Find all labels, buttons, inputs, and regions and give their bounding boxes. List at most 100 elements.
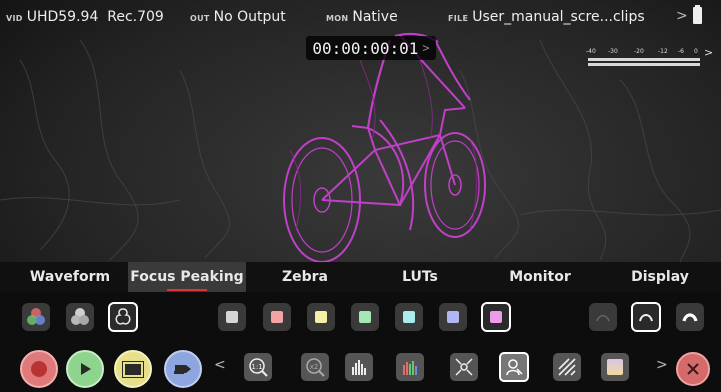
meter-tick: -30 [608,48,618,55]
color-blue-button[interactable] [439,303,467,331]
color-yellow-button[interactable] [307,303,335,331]
tab-label: Display [631,269,689,285]
color-swatch [226,311,238,323]
close-icon [687,363,699,375]
color-magenta-button[interactable] [481,302,511,332]
peaking-view-icon [506,359,523,376]
tab-focus-peaking[interactable]: Focus Peaking [128,262,246,292]
high-sensitivity-icon [682,313,698,322]
timecode-value: 00:00:00:01 [312,38,419,58]
meter-scale: -40 -30 -20 -12 -6 0 [582,48,706,56]
monitor-status[interactable]: MON Native [326,9,398,25]
mid-sensitivity-icon [639,314,653,322]
color-mode-icon [27,308,45,325]
focus-peaking-tool-icon [455,358,473,376]
audio-meter[interactable]: -40 -30 -20 -12 -6 0 > [582,46,714,66]
svg-text:x2: x2 [310,363,319,371]
status-bar: VID UHD59.94 Rec.709 OUT No Output MON N… [0,0,721,32]
mono-mode-icon [71,308,89,325]
scroll-left-icon[interactable]: < [214,357,226,373]
color-white-button[interactable] [218,303,246,331]
zebra-tool-icon [558,358,576,376]
peaking-view-button[interactable] [499,352,529,382]
mon-value: Native [352,9,398,25]
tab-label: Zebra [281,269,329,285]
zoom-2x-icon: x2 [306,358,325,377]
tag-icon [174,365,191,374]
tab-waveform[interactable]: Waveform [20,262,120,292]
tab-monitor[interactable]: Monitor [500,262,580,292]
meter-tick: -40 [586,48,596,55]
svg-text:1:1: 1:1 [251,363,262,371]
color-swatch [403,311,415,323]
vid-tag: VID [6,14,23,23]
timecode-display[interactable]: 00:00:00:01 > [306,36,436,60]
histogram-icon [352,360,366,375]
record-button[interactable] [20,350,58,388]
tool-tabs: Waveform Focus Peaking Zebra LUTs Monito… [0,262,721,292]
stop-button[interactable] [114,350,152,388]
color-cyan-button[interactable] [395,303,423,331]
lut-tool-button[interactable] [601,353,629,381]
battery-tip [695,5,700,7]
meter-tick: -12 [658,48,668,55]
vid-value: UHD59.94 Rec.709 [26,9,164,25]
play-icon [81,363,91,375]
outline-mode-button[interactable] [108,302,138,332]
zebra-tool-button[interactable] [553,353,581,381]
histogram-button[interactable] [345,353,373,381]
zoom-1to1-icon: 1:1 [249,358,268,377]
tab-label: Waveform [29,269,111,285]
tab-luts[interactable]: LUTs [390,262,450,292]
color-swatch [315,311,327,323]
play-button[interactable] [66,350,104,388]
sensitivity-high-button[interactable] [676,303,704,331]
active-tab-indicator [167,289,207,291]
low-sensitivity-icon [596,315,610,322]
tab-label: Focus Peaking [130,269,244,285]
zoom-1to1-button[interactable]: 1:1 [244,353,272,381]
tab-label: LUTs [402,269,438,285]
meter-tick: -6 [678,48,684,55]
close-button[interactable] [676,352,710,386]
focus-peaking-tool-button[interactable] [450,353,478,381]
timecode-chevron-icon: > [422,41,430,55]
rgb-parade-icon [403,361,417,375]
file-tag: FILE [448,14,469,23]
tag-button[interactable] [164,350,202,388]
record-icon [31,361,47,377]
color-green-button[interactable] [351,303,379,331]
color-swatch [359,311,371,323]
video-input-status[interactable]: VID UHD59.94 Rec.709 [6,9,164,25]
tab-zebra[interactable]: Zebra [270,262,340,292]
mono-mode-button[interactable] [66,303,94,331]
color-swatch [490,311,502,323]
sensitivity-mid-button[interactable] [631,302,661,332]
meter-chevron-icon: > [704,46,714,59]
file-chevron-icon[interactable]: > [676,8,688,24]
meter-bar-left [588,58,700,61]
color-swatch [271,311,283,323]
mon-tag: MON [326,14,349,23]
rgb-parade-button[interactable] [396,353,424,381]
out-value: No Output [213,9,286,25]
out-tag: OUT [190,14,210,23]
output-status[interactable]: OUT No Output [190,9,286,25]
tab-label: Monitor [509,269,571,285]
color-swatch [447,311,459,323]
outline-mode-icon [115,308,131,325]
peaking-options-bar [0,292,721,342]
file-status[interactable]: FILE User_manual_scre...clips [448,9,645,25]
color-mode-button[interactable] [22,303,50,331]
zoom-2x-button[interactable]: x2 [301,353,329,381]
file-value: User_manual_scre...clips [472,9,645,25]
color-red-button[interactable] [263,303,291,331]
lut-tool-icon [607,359,623,375]
tab-display[interactable]: Display [620,262,700,292]
battery-icon [693,7,702,24]
meter-tick: 0 [694,48,698,55]
scroll-right-icon[interactable]: > [656,357,668,373]
meter-bar-right [588,63,700,66]
meter-tick: -20 [634,48,644,55]
sensitivity-low-button[interactable] [589,303,617,331]
